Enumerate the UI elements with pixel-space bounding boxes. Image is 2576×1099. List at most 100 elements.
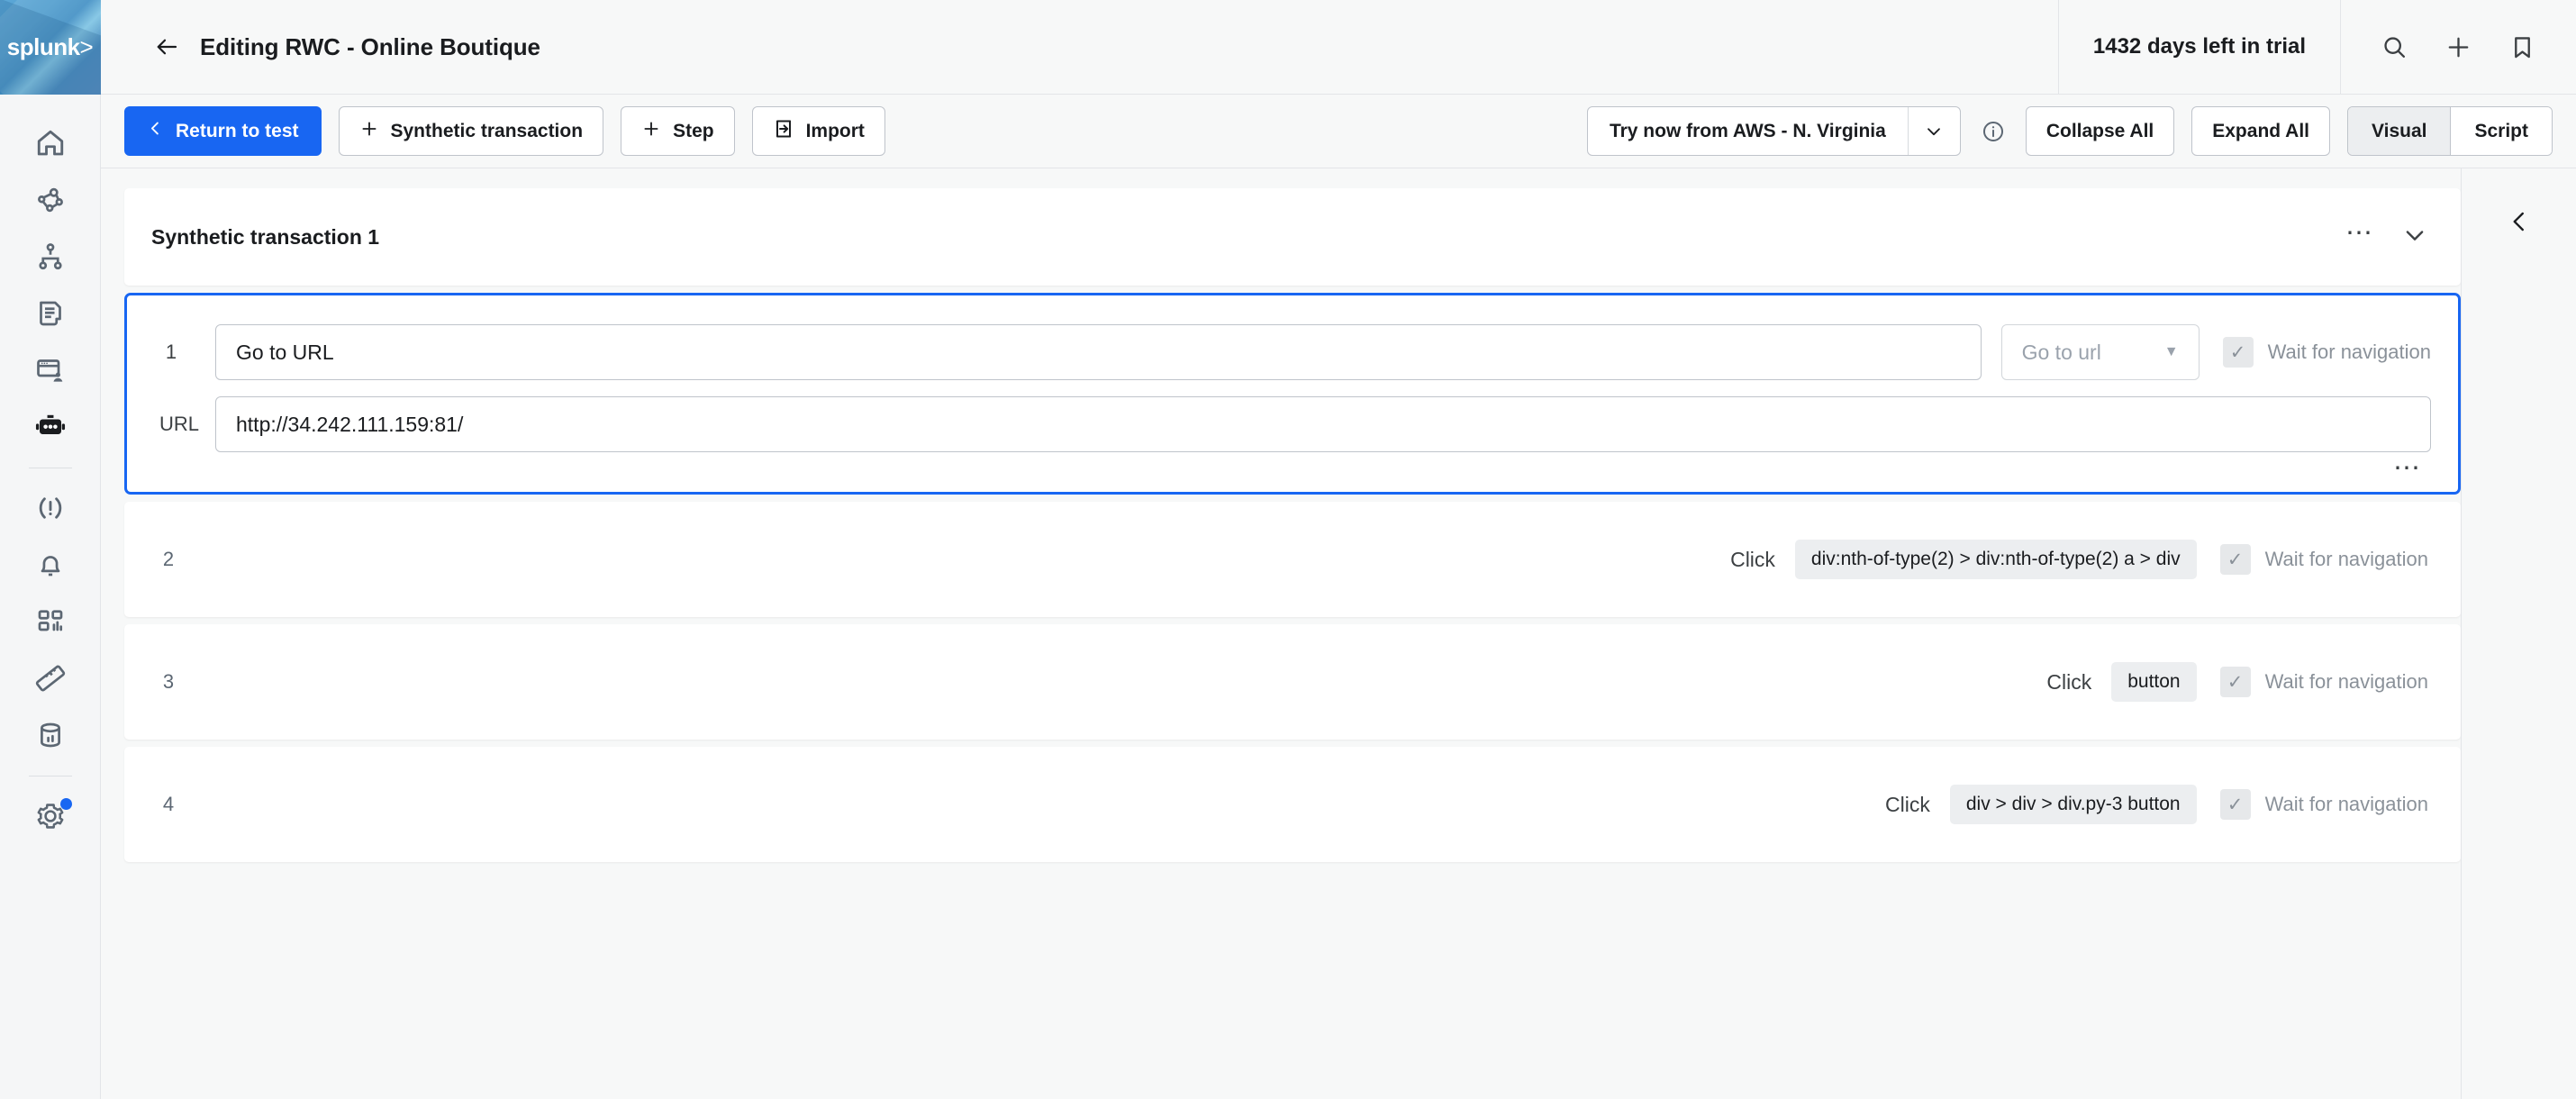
splunk-logo[interactable]: splunk>	[0, 0, 101, 95]
sidebar-item-infrastructure[interactable]	[0, 171, 101, 228]
wait-for-navigation-label: Wait for navigation	[2264, 548, 2428, 570]
trial-status: 1432 days left in trial	[2057, 0, 2340, 95]
bookmark-icon[interactable]	[2508, 33, 2536, 61]
sidebar-item-rum[interactable]	[0, 341, 101, 398]
settings-notification-badge	[59, 798, 72, 810]
step-action-label: Click	[2046, 669, 2092, 694]
sidebar-item-data-management[interactable]	[0, 706, 101, 763]
wait-for-navigation-toggle[interactable]: ✓ Wait for navigation	[2219, 789, 2428, 820]
sidebar-item-settings[interactable]	[0, 787, 101, 844]
chevron-left-icon	[147, 120, 164, 142]
step-url-row: URL http://34.242.111.159:81/	[127, 380, 2458, 452]
add-synthetic-transaction-button[interactable]: Synthetic transaction	[338, 106, 604, 156]
run-location-value: Try now from AWS - N. Virginia	[1609, 120, 1886, 141]
step-selector-chip: div:nth-of-type(2) > div:nth-of-type(2) …	[1794, 540, 2197, 579]
sidebar-item-dashboards[interactable]	[0, 593, 101, 649]
return-to-test-button[interactable]: Return to test	[124, 106, 322, 156]
robot-icon	[34, 411, 67, 443]
arrow-left-icon[interactable]	[153, 33, 180, 60]
check-icon: ✓	[2222, 337, 2254, 368]
more-horizontal-icon[interactable]: ⋯	[2345, 220, 2374, 247]
splunk-logo-text: splunk>	[6, 33, 94, 60]
wait-for-navigation-toggle[interactable]: ✓ Wait for navigation	[2219, 667, 2428, 697]
chevron-down-icon[interactable]	[2401, 222, 2428, 253]
infrastructure-nodes-icon	[34, 184, 67, 216]
step-number: 2	[162, 548, 175, 570]
chevron-left-icon[interactable]	[2506, 208, 2533, 235]
search-icon[interactable]	[2381, 33, 2408, 61]
sidebar-item-incidents[interactable]	[0, 479, 101, 536]
view-mode-toggle: Visual Script	[2347, 106, 2553, 156]
more-horizontal-icon[interactable]: ⋯	[2393, 455, 2422, 482]
chevron-down-icon[interactable]	[1907, 107, 1960, 155]
step-main-row: 1 Go to URL Go to url ▼ ✓ Wait for navig…	[127, 312, 2458, 380]
step-card-4[interactable]: 4 Click div > div > div.py-3 button ✓ Wa…	[124, 747, 2461, 862]
step-card-1[interactable]: 1 Go to URL Go to url ▼ ✓ Wait for navig…	[124, 293, 2461, 495]
url-field-label: URL	[159, 413, 199, 435]
step-type-select[interactable]: Go to url ▼	[2000, 324, 2200, 380]
transaction-actions: ⋯	[2345, 220, 2428, 253]
browser-user-icon	[34, 354, 67, 386]
main-column: Editing RWC - Online Boutique 1432 days …	[101, 0, 2576, 1099]
plus-icon[interactable]	[2444, 33, 2472, 61]
sidebar-item-home[interactable]	[0, 114, 101, 171]
left-nav-rail: splunk>	[0, 0, 101, 1099]
rail-divider-bottom	[28, 776, 72, 777]
rail-icon-list	[0, 95, 100, 844]
import-label: Import	[805, 120, 865, 141]
info-circle-icon[interactable]	[1981, 119, 2006, 144]
database-icon	[34, 719, 67, 751]
service-hierarchy-icon	[34, 241, 67, 273]
step-card-2[interactable]: 2 Click div:nth-of-type(2) > div:nth-of-…	[124, 502, 2461, 617]
expand-all-label: Expand All	[2212, 120, 2309, 141]
wait-for-navigation-label: Wait for navigation	[2264, 793, 2428, 815]
step-number: 4	[162, 793, 175, 815]
view-mode-script[interactable]: Script	[2450, 107, 2552, 155]
collapse-all-button[interactable]: Collapse All	[2025, 106, 2175, 156]
home-icon	[34, 127, 67, 159]
steps-canvas: Synthetic transaction 1 ⋯ 1 Go to URL Go…	[101, 168, 2461, 1099]
step-action-label: Click	[1885, 792, 1930, 816]
step-type-value: Go to url	[2021, 340, 2101, 364]
return-to-test-label: Return to test	[176, 120, 299, 141]
step-list: 1 Go to URL Go to url ▼ ✓ Wait for navig…	[124, 293, 2461, 862]
add-step-label: Step	[673, 120, 714, 141]
plus-icon	[641, 119, 661, 144]
import-arrow-icon	[773, 118, 794, 145]
header-right-group: 1432 days left in trial	[2057, 0, 2576, 95]
view-mode-visual[interactable]: Visual	[2348, 107, 2451, 155]
step-action-label: Click	[1730, 547, 1775, 571]
step-selector-chip: div > div > div.py-3 button	[1949, 785, 2197, 824]
sidebar-item-apm[interactable]	[0, 228, 101, 285]
check-icon: ✓	[2219, 667, 2251, 697]
step-action-name-input[interactable]: Go to URL	[215, 324, 1982, 380]
step-footer: ⋯	[127, 452, 2458, 482]
transaction-header: Synthetic transaction 1 ⋯	[124, 188, 2461, 286]
top-header-bar: Editing RWC - Online Boutique 1432 days …	[101, 0, 2576, 95]
step-card-3[interactable]: 3 Click button ✓ Wait for navigation	[124, 624, 2461, 740]
step-main-row: 4 Click div > div > div.py-3 button ✓ Wa…	[124, 747, 2461, 862]
url-input[interactable]: http://34.242.111.159:81/	[215, 396, 2431, 452]
import-button[interactable]: Import	[751, 106, 885, 156]
sidebar-item-log-observer[interactable]	[0, 285, 101, 341]
wait-for-navigation-label: Wait for navigation	[2264, 670, 2428, 693]
content-area: Synthetic transaction 1 ⋯ 1 Go to URL Go…	[101, 168, 2576, 1099]
add-synthetic-transaction-label: Synthetic transaction	[390, 120, 584, 141]
page-title: Editing RWC - Online Boutique	[200, 32, 540, 60]
bell-icon	[34, 549, 67, 581]
sidebar-item-metrics[interactable]	[0, 649, 101, 706]
check-icon: ✓	[2219, 544, 2251, 575]
step-main-row: 2 Click div:nth-of-type(2) > div:nth-of-…	[124, 502, 2461, 617]
sidebar-item-alerts[interactable]	[0, 536, 101, 593]
add-step-button[interactable]: Step	[621, 106, 735, 156]
caret-down-icon: ▼	[2163, 344, 2179, 359]
step-selector-chip: button	[2111, 662, 2197, 702]
document-log-icon	[34, 297, 67, 330]
expand-all-button[interactable]: Expand All	[2191, 106, 2330, 156]
sidebar-item-synthetics[interactable]	[0, 398, 101, 455]
wait-for-navigation-toggle[interactable]: ✓ Wait for navigation	[2219, 544, 2428, 575]
app-root: splunk> Editing RWC - Online Boutique 14…	[0, 0, 2576, 1099]
wait-for-navigation-toggle[interactable]: ✓ Wait for navigation	[2222, 337, 2431, 368]
check-icon: ✓	[2219, 789, 2251, 820]
run-location-select[interactable]: Try now from AWS - N. Virginia	[1586, 106, 1961, 156]
